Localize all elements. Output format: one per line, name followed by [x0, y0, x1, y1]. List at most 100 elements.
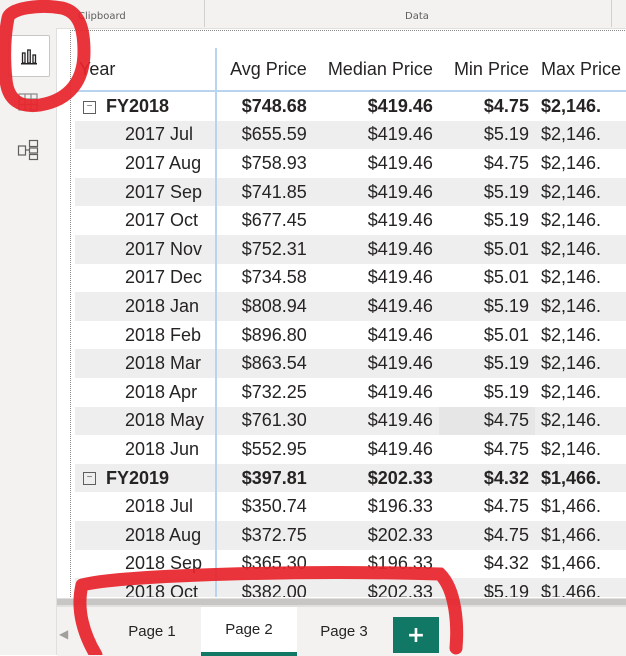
row-header-cell: 2018 Aug	[75, 520, 218, 550]
row-header-cell: 2017 Nov	[75, 234, 218, 264]
matrix-data-row[interactable]: 2018 Mar $863.54 $419.46 $5.19 $2,146.	[75, 349, 626, 378]
row-label: 2018 Aug	[125, 524, 202, 545]
column-header-year[interactable]: Year	[75, 48, 218, 92]
row-header-cell: − FY2018	[75, 91, 218, 121]
matrix-data-row[interactable]: 2018 Oct $382.00 $202.33 $5.19 $1,466.	[75, 578, 626, 597]
row-header-cell: 2018 Mar	[75, 349, 218, 378]
cell-max-price: $2,146.	[534, 234, 626, 264]
row-label: 2018 Oct	[125, 581, 199, 597]
cell-min-price: $5.19	[483, 381, 529, 402]
matrix-data-row[interactable]: 2017 Aug $758.93 $419.46 $4.75 $2,146.	[75, 149, 626, 178]
matrix-data-row[interactable]: 2018 Aug $372.75 $202.33 $4.75 $1,466.	[75, 520, 626, 550]
cell-avg-price: $365.30	[241, 553, 307, 574]
table-grid-icon	[18, 93, 38, 111]
cell-median-price: $202.33	[312, 463, 439, 493]
matrix-data-row[interactable]: 2017 Dec $734.58 $419.46 $5.01 $2,146.	[75, 263, 626, 293]
matrix-data-row[interactable]: 2018 Jan $808.94 $419.46 $5.19 $2,146.	[75, 292, 626, 321]
matrix-data-row[interactable]: 2017 Oct $677.45 $419.46 $5.19 $2,146.	[75, 206, 626, 235]
row-header-cell: 2018 Jun	[75, 435, 218, 464]
row-header-cell: 2017 Aug	[75, 149, 218, 178]
matrix-body: − FY2018 $748.68 $419.46 $4.75 $2,146. 2017 Ju…	[75, 91, 626, 597]
scrollbar-thumb[interactable]	[57, 599, 626, 605]
row-header-cell: 2018 Feb	[75, 320, 218, 350]
row-header-cell: 2017 Sep	[75, 177, 218, 207]
cell-min-price: $4.75	[438, 520, 535, 550]
matrix-data-row[interactable]: 2018 May $761.30 $419.46 $4.75 $2,146.	[75, 406, 626, 436]
row-label: 2017 Jul	[125, 124, 194, 145]
cell-min-price: $4.75	[483, 438, 529, 459]
row-header-cell: 2018 Apr	[75, 377, 218, 407]
tab-scroll-left-icon[interactable]: ◀	[59, 627, 68, 641]
row-header-cell: 2018 Oct	[75, 578, 218, 597]
cell-median-price: $419.46	[312, 406, 439, 436]
collapse-icon[interactable]: −	[83, 472, 96, 486]
collapse-icon[interactable]: −	[83, 100, 96, 114]
row-header-cell: 2018 May	[75, 406, 218, 436]
row-label: 2018 Feb	[125, 324, 202, 345]
cell-avg-price: $382.00	[216, 578, 313, 597]
cell-max-price: $2,146.	[540, 267, 602, 288]
cell-min-price: $5.19	[483, 210, 529, 231]
tab-page-3[interactable]: Page 3	[297, 607, 391, 656]
cell-min-price: $4.75	[483, 95, 529, 116]
report-view-button[interactable]	[8, 35, 50, 77]
add-page-button[interactable]: +	[393, 617, 439, 653]
cell-median-price: $419.46	[312, 234, 439, 264]
matrix-data-row[interactable]: 2018 Feb $896.80 $419.46 $5.01 $2,146.	[75, 320, 626, 350]
matrix-group-row[interactable]: − FY2019 $397.81 $202.33 $4.32 $1,466.	[75, 463, 626, 493]
matrix-data-row[interactable]: 2017 Nov $752.31 $419.46 $5.01 $2,146.	[75, 234, 626, 264]
cell-max-price: $2,146.	[534, 292, 626, 321]
matrix-data-row[interactable]: 2018 Jul $350.74 $196.33 $4.75 $1,466.	[75, 492, 626, 521]
cell-median-price: $419.46	[367, 381, 433, 402]
ribbon-group-data: Data	[405, 11, 429, 22]
cell-avg-price: $732.25	[241, 381, 307, 402]
model-diagram-icon	[17, 139, 39, 161]
matrix-data-row[interactable]: 2017 Jul $655.59 $419.46 $5.19 $2,146.	[75, 120, 626, 150]
data-view-button[interactable]	[8, 82, 48, 122]
cell-avg-price: $808.94	[216, 292, 313, 321]
matrix-visual[interactable]: Year Avg Price Median Price Min Price Ma…	[70, 30, 626, 597]
row-header-cell: 2018 Jul	[75, 492, 218, 521]
matrix-group-row[interactable]: − FY2018 $748.68 $419.46 $4.75 $2,146.	[75, 91, 626, 121]
cell-avg-price: $397.81	[216, 463, 313, 493]
row-label: 2018 May	[125, 410, 205, 431]
row-header-cell: 2018 Sep	[75, 549, 218, 579]
row-label: 2017 Dec	[125, 267, 203, 288]
tab-label: Page 1	[128, 623, 176, 640]
cell-min-price: $5.19	[438, 578, 535, 597]
model-view-button[interactable]	[8, 130, 48, 170]
horizontal-scrollbar[interactable]	[57, 598, 626, 606]
cell-max-price: $1,466.	[534, 520, 626, 550]
cell-median-price: $419.46	[367, 210, 433, 231]
cell-median-price: $419.46	[367, 438, 433, 459]
row-label: 2018 Jan	[125, 295, 200, 316]
tab-label: Page 3	[320, 623, 368, 640]
matrix-data-row[interactable]: 2018 Apr $732.25 $419.46 $5.19 $2,146.	[75, 377, 626, 407]
cell-min-price: $5.01	[483, 324, 529, 345]
cell-max-price: $1,466.	[534, 578, 626, 597]
tab-label: Page 2	[225, 621, 273, 638]
column-header-median-price[interactable]: Median Price	[312, 48, 439, 92]
page-tab-bar: ◀ Page 1 Page 2 Page 3 +	[57, 606, 626, 656]
matrix-data-row[interactable]: 2018 Jun $552.95 $419.46 $4.75 $2,146.	[75, 435, 626, 464]
cell-median-price: $419.46	[312, 177, 439, 207]
cell-min-price: $4.32	[483, 553, 529, 574]
cell-max-price: $2,146.	[540, 381, 602, 402]
matrix-data-row[interactable]: 2017 Sep $741.85 $419.46 $5.19 $2,146.	[75, 177, 626, 207]
cell-median-price: $196.33	[367, 553, 433, 574]
row-label: 2018 Sep	[125, 553, 203, 574]
matrix-data-row[interactable]: 2018 Sep $365.30 $196.33 $4.32 $1,466.	[75, 549, 626, 579]
cell-max-price: $2,146.	[540, 324, 602, 345]
column-header-min-price[interactable]: Min Price	[438, 48, 535, 92]
tab-page-1[interactable]: Page 1	[105, 607, 199, 656]
ribbon-group-clipboard: Clipboard	[78, 11, 126, 22]
column-header-avg-price[interactable]: Avg Price	[216, 48, 313, 92]
cell-avg-price: $734.58	[241, 267, 307, 288]
cell-max-price: $2,146.	[540, 152, 602, 173]
row-header-cell: 2017 Jul	[75, 120, 218, 150]
column-header-max-price[interactable]: Max Price	[534, 48, 626, 92]
cell-median-price: $419.46	[312, 120, 439, 150]
cell-max-price: $1,466.	[540, 496, 602, 517]
row-label: 2017 Aug	[125, 152, 202, 173]
tab-page-2[interactable]: Page 2	[201, 607, 297, 656]
